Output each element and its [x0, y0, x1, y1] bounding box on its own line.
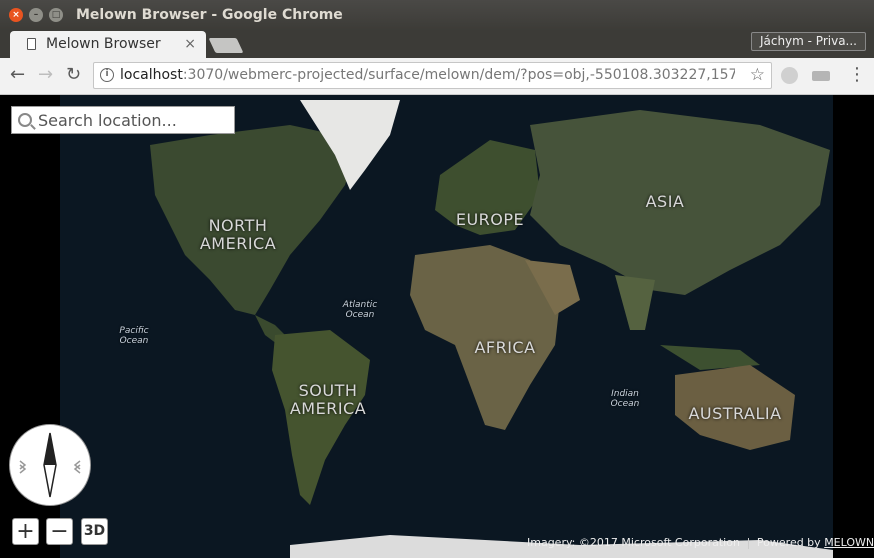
toggle-3d-button[interactable]: 3D [81, 518, 108, 545]
window-close-button[interactable]: × [9, 8, 23, 22]
label-north-america: NORTH AMERICA [199, 216, 277, 253]
zoom-in-button[interactable]: + [12, 518, 39, 545]
map-credits: Imagery: ©2017 Microsoft Corporation Powe… [527, 536, 874, 549]
compass-needle-icon [19, 432, 81, 498]
url-host: localhost [120, 67, 183, 83]
back-arrow-icon[interactable]: ← [10, 64, 25, 85]
zoom-out-button[interactable]: − [46, 518, 73, 545]
label-south-america: SOUTH AMERICA [289, 381, 367, 418]
window-titlebar: × – □ Melown Browser - Google Chrome [0, 0, 874, 31]
forward-arrow-icon[interactable]: → [38, 64, 53, 85]
tab-close-icon[interactable]: × [184, 36, 196, 52]
powered-by-prefix: Powered by [756, 536, 825, 549]
credits-divider [747, 537, 749, 549]
label-atlantic-ocean: Atlantic Ocean [342, 300, 378, 320]
label-indian-ocean: Indian Ocean [610, 389, 640, 409]
melown-link[interactable]: MELOWN [824, 536, 874, 549]
label-europe: EUROPE [455, 210, 525, 229]
label-africa: AFRICA [474, 338, 536, 357]
url-text[interactable]: localhost:3070/webmerc-projected/surface… [120, 67, 735, 83]
window-minimize-button[interactable]: – [29, 8, 43, 22]
imagery-credit: Imagery: ©2017 Microsoft Corporation [527, 536, 740, 549]
extension-icon[interactable] [781, 67, 798, 84]
browser-toolbar: ← → ↻ i localhost:3070/webmerc-projected… [0, 58, 874, 95]
tab-strip: Melown Browser × Jáchym - Priva... [0, 31, 874, 58]
label-pacific-ocean: Pacific Ocean [119, 326, 149, 346]
map-imagery [60, 95, 833, 558]
label-asia: ASIA [645, 192, 685, 211]
label-australia: AUSTRALIA [688, 404, 782, 423]
search-location-input[interactable] [38, 110, 228, 130]
extension-keyboard-icon[interactable] [812, 71, 830, 81]
bookmark-star-icon[interactable]: ☆ [750, 65, 765, 85]
world-map[interactable]: NORTH AMERICA SOUTH AMERICA EUROPE ASIA … [60, 95, 833, 558]
new-tab-button[interactable] [208, 38, 244, 53]
page-viewport: NORTH AMERICA SOUTH AMERICA EUROPE ASIA … [0, 95, 874, 558]
window-maximize-button[interactable]: □ [49, 8, 63, 22]
window-title: Melown Browser - Google Chrome [76, 7, 343, 23]
tab-title: Melown Browser [46, 36, 161, 52]
menu-dots-icon[interactable]: ⋮ [848, 64, 866, 85]
tab-melown-browser[interactable]: Melown Browser × [10, 31, 206, 58]
compass-control[interactable] [9, 424, 91, 506]
search-box[interactable] [11, 106, 235, 134]
reload-icon[interactable]: ↻ [66, 64, 81, 85]
document-icon [27, 38, 36, 50]
url-path: :3070/webmerc-projected/surface/melown/d… [182, 67, 735, 83]
info-icon[interactable]: i [100, 68, 114, 82]
address-bar[interactable]: i localhost:3070/webmerc-projected/surfa… [93, 62, 772, 89]
profile-button[interactable]: Jáchym - Priva... [750, 32, 866, 51]
search-icon [18, 113, 32, 127]
